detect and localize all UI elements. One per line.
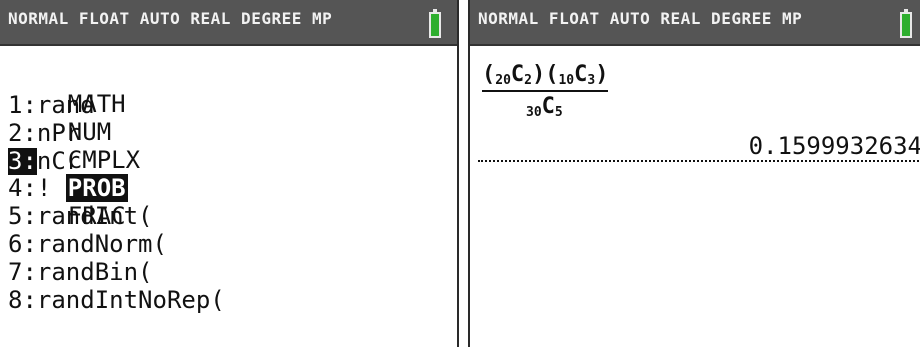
menu-item-number-selected: 3: [8,146,37,176]
menu-item-factorial[interactable]: 4:! [8,174,225,203]
menu-item-randbin[interactable]: 7:randBin( [8,257,225,287]
denom-n: 30 [526,105,542,120]
menu-item-label: rand [36,91,95,119]
menu-item-rand[interactable]: 1:rand [8,91,225,120]
menu-item-number: 5: [8,202,37,231]
menu-item-randintnorep[interactable]: 8:randIntNoRep( [8,285,225,315]
menu-item-label: randBin( [36,257,153,286]
term1-symbol: C [510,62,525,87]
calculator-screen-left: NORMAL FLOAT AUTO REAL DEGREE MP MATH NU… [0,0,459,347]
menu-item-label: ! [36,174,52,203]
menu-item-number: 2: [8,118,37,147]
menu-item-npr[interactable]: 2:nPr [8,118,225,148]
term2-n: 10 [558,73,575,88]
menu-item-number: 4: [8,174,37,203]
mode-status-text: NORMAL FLOAT AUTO REAL DEGREE MP [8,9,333,28]
menu-item-label: nCr [36,146,81,175]
menu-item-number: 6: [8,229,37,258]
result-row: 0.1599932634 [478,132,920,168]
menu-item-label: nPr [36,118,81,147]
result-value: 0.1599932634 [746,132,920,160]
battery-icon [900,9,912,38]
menu-item-ncr[interactable]: 3:nCr [8,146,225,176]
status-bar: NORMAL FLOAT AUTO REAL DEGREE MP [0,0,457,46]
denom-symbol: C [541,94,555,119]
combination-expression: (20C2)(10C3) 30C5 [482,62,682,120]
dotted-leader [478,160,920,162]
term2-symbol: C [574,62,588,87]
menu-item-label: randNorm( [36,229,167,258]
term1-r: 2 [524,73,532,88]
menu-item-number: 1: [8,91,37,119]
status-bar: NORMAL FLOAT AUTO REAL DEGREE MP [470,0,920,46]
term1-n: 20 [495,73,511,88]
fraction-numerator: (20C2)(10C3) [482,62,609,92]
menu-item-label: randIntNoRep( [36,285,225,314]
calculator-screen-right: NORMAL FLOAT AUTO REAL DEGREE MP (20C2)(… [468,0,920,347]
battery-icon [429,9,441,38]
fraction-denominator: 30C5 [526,94,682,120]
denom-r: 5 [554,105,563,120]
menu-item-label: randInt( [36,202,153,231]
mode-status-text: NORMAL FLOAT AUTO REAL DEGREE MP [478,9,803,28]
menu-item-number: 7: [8,257,37,286]
menu-item-randint[interactable]: 5:randInt( [8,202,225,231]
menu-item-randnorm[interactable]: 6:randNorm( [8,229,225,259]
prob-menu-list: 1:rand 2:nPr 3:nCr 4:! 5:randInt( 6:rand… [8,91,225,315]
term2-r: 3 [587,73,596,88]
menu-item-number: 8: [8,285,37,314]
